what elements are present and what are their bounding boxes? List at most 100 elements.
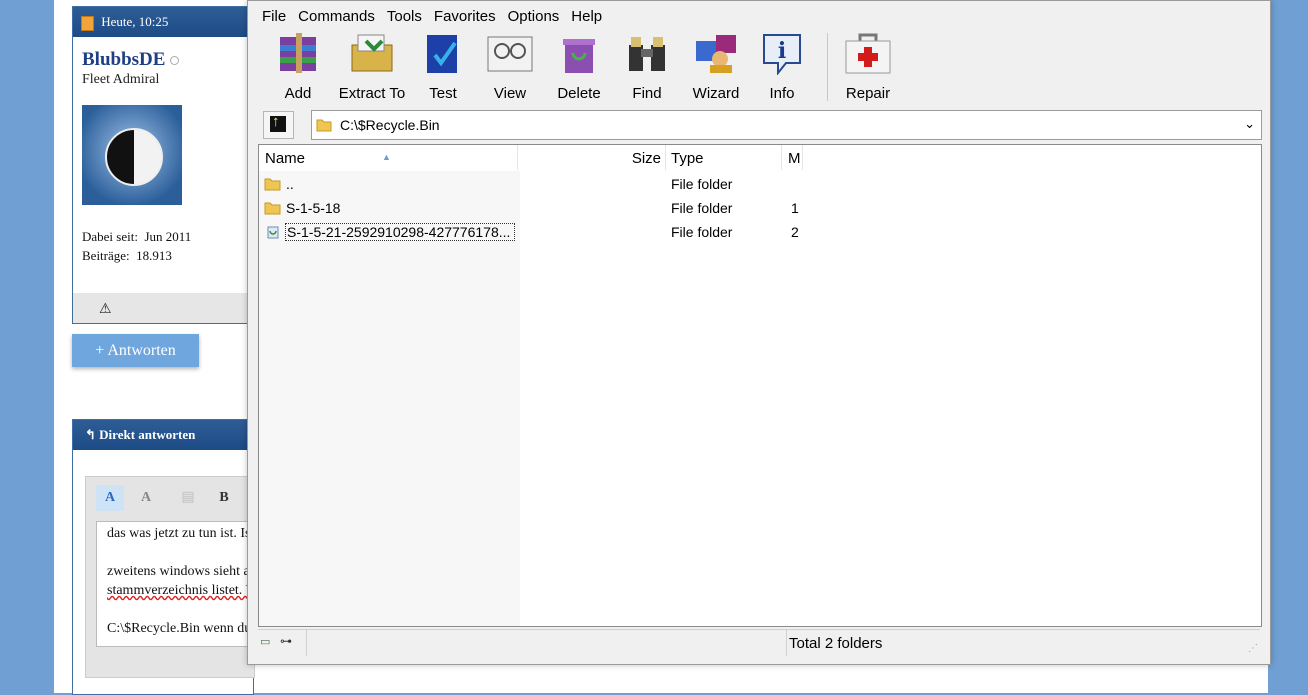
direct-reply-panel: ↰ Direkt antworten A A ▤ B das was jetzt…	[72, 419, 258, 695]
svg-text:i: i	[778, 38, 786, 64]
info-icon: i	[763, 34, 801, 76]
post-time: Heute, 10:25	[101, 14, 169, 29]
menu-bar: File Commands Tools Favorites Options Help	[256, 4, 608, 28]
table-row-focused[interactable]: S-1-5-21-2592910298-427776178... File fo…	[259, 221, 804, 243]
folder-icon	[264, 178, 281, 191]
chevron-down-icon[interactable]: ⌄	[1244, 116, 1255, 132]
test-label: Test	[429, 85, 457, 102]
reply-arrow-icon: ↰	[85, 427, 96, 442]
extract-to-button[interactable]: Extract To	[338, 31, 406, 102]
status-separator	[786, 630, 787, 656]
row-modified: 1	[791, 200, 799, 216]
info-button[interactable]: i Info	[756, 31, 808, 102]
column-size-label: Size	[631, 150, 661, 167]
up-one-level-button[interactable]	[263, 111, 294, 139]
recycle-bin-folder-icon	[267, 226, 279, 239]
repair-button[interactable]: Repair	[836, 31, 900, 102]
column-header-size[interactable]: Size	[521, 145, 666, 170]
view-icon	[487, 36, 533, 72]
info-label: Info	[769, 85, 795, 102]
status-text: Total 2 folders	[789, 635, 883, 652]
folder-icon	[316, 119, 332, 132]
avatar[interactable]	[82, 105, 182, 205]
editor: A A ▤ B das was jetzt zu tun ist. Is zwe…	[85, 476, 258, 678]
delete-button[interactable]: Delete	[548, 31, 610, 102]
offline-status-icon	[170, 56, 180, 66]
status-bar: ▭ ⊶ Total 2 folders ⋰	[258, 629, 1260, 656]
posts-value: 18.913	[136, 248, 172, 263]
row-name: S-1-5-18	[286, 200, 341, 216]
yin-yang-icon	[105, 128, 163, 186]
drive-icon: ▭	[260, 636, 271, 648]
user-rank: Fleet Admiral	[82, 72, 160, 87]
editor-line: C:\$Recycle.Bin wenn du	[107, 621, 252, 636]
reply-button[interactable]: + Antworten	[72, 334, 199, 367]
joined-info: Dabei seit: Jun 2011	[82, 229, 191, 245]
test-icon	[427, 35, 457, 73]
repair-label: Repair	[845, 85, 891, 102]
folder-icon	[264, 202, 281, 215]
wizard-label: Wizard	[692, 85, 740, 102]
row-modified: 2	[791, 224, 799, 240]
row-type: File folder	[671, 176, 733, 192]
row-type: File folder	[671, 200, 733, 216]
delete-label: Delete	[557, 85, 601, 102]
column-header-type[interactable]: Type	[666, 145, 782, 170]
menu-tools[interactable]: Tools	[381, 4, 428, 29]
menu-favorites[interactable]: Favorites	[428, 4, 502, 29]
file-list: ▲ Name Size Type M .. File folder S-1-5-…	[258, 144, 1262, 627]
joined-label: Dabei seit:	[82, 229, 138, 244]
posts-info: Beiträge: 18.913	[82, 248, 172, 264]
column-header-modified[interactable]: M	[782, 145, 803, 170]
menu-help[interactable]: Help	[565, 4, 608, 29]
wizard-icon	[696, 35, 736, 73]
joined-value: Jun 2011	[144, 229, 192, 244]
post-username[interactable]: BlubbsDE	[82, 49, 180, 71]
editor-textarea[interactable]: das was jetzt zu tun ist. Is zweitens wi…	[96, 521, 258, 647]
repair-first-aid-icon	[845, 33, 891, 74]
column-name-label: Name	[265, 150, 306, 167]
row-name: ..	[286, 176, 294, 192]
add-button[interactable]: Add	[266, 31, 330, 102]
editor-line: stammverzeichnis listet. V	[107, 583, 256, 598]
test-button[interactable]: Test	[414, 31, 472, 102]
forum-post: Heute, 10:25 BlubbsDE Fleet Admiral Dabe…	[72, 6, 254, 324]
bold-icon[interactable]: B	[210, 485, 238, 511]
add-archive-icon	[280, 33, 316, 73]
posts-label: Beiträge:	[82, 248, 130, 263]
column-header-name[interactable]: ▲ Name	[259, 145, 518, 170]
status-drive-section: ▭ ⊶	[258, 630, 307, 656]
font-style-icon[interactable]: A	[96, 485, 124, 511]
sort-ascending-icon: ▲	[382, 152, 391, 162]
editor-line: das was jetzt zu tun ist. Is	[107, 526, 251, 541]
address-path: C:\$Recycle.Bin	[340, 117, 440, 133]
editor-line: zweitens windows sieht a	[107, 564, 250, 579]
find-button[interactable]: Find	[618, 31, 676, 102]
toolbar-separator	[827, 33, 828, 101]
extract-icon	[351, 34, 393, 72]
add-label: Add	[284, 85, 312, 102]
delete-icon	[563, 39, 595, 73]
resize-grip-icon[interactable]: ⋰	[1248, 643, 1258, 654]
table-row[interactable]: .. File folder	[259, 173, 804, 195]
direct-reply-title: Direkt antworten	[99, 427, 196, 442]
remove-format-icon[interactable]: A	[132, 485, 160, 511]
post-footer: ⚠	[73, 293, 253, 323]
direct-reply-header: ↰ Direkt antworten	[73, 420, 253, 450]
report-warning-icon[interactable]: ⚠	[99, 301, 112, 318]
find-label: Find	[632, 85, 662, 102]
menu-options[interactable]: Options	[502, 4, 566, 29]
table-row[interactable]: S-1-5-18 File folder 1	[259, 197, 804, 219]
view-button[interactable]: View	[480, 31, 540, 102]
extract-to-label: Extract To	[338, 85, 406, 102]
winrar-window: File Commands Tools Favorites Options Help Ad…	[247, 0, 1271, 665]
post-header: Heute, 10:25	[73, 7, 253, 37]
up-arrow-icon	[270, 113, 286, 132]
address-bar[interactable]: C:\$Recycle.Bin ⌄	[311, 110, 1262, 140]
username-text[interactable]: BlubbsDE	[82, 49, 165, 70]
menu-commands[interactable]: Commands	[292, 4, 381, 29]
wizard-button[interactable]: Wizard	[684, 31, 748, 102]
paste-icon[interactable]: ▤	[174, 485, 202, 511]
menu-file[interactable]: File	[256, 4, 292, 29]
post-icon	[81, 15, 94, 31]
